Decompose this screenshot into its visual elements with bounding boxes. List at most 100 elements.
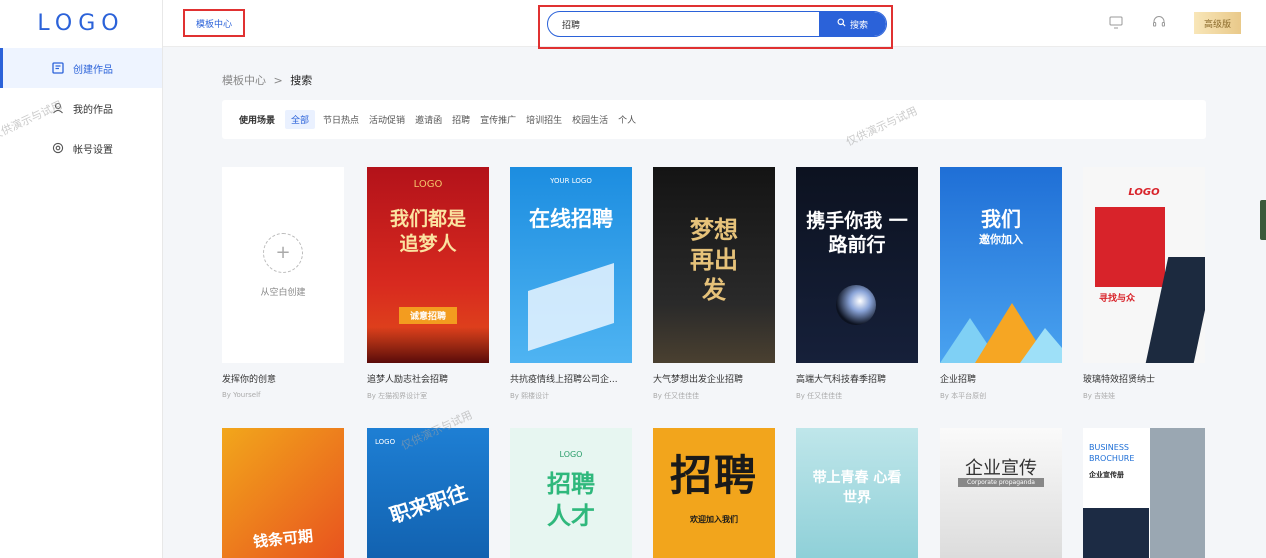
poster-logo: LOGO — [559, 450, 583, 459]
template-card[interactable]: 企业宣传 Corporate propaganda — [940, 428, 1062, 558]
top-header: 模板中心 搜索 高级版 — [163, 0, 1266, 49]
filter-item-training[interactable]: 培训招生 — [526, 113, 562, 126]
card-author: By 熙楼设计 — [510, 392, 550, 400]
search-bar: 搜索 — [547, 11, 887, 37]
card-author: By 任又佳佳佳 — [653, 392, 700, 400]
poster-title: 我们 — [981, 207, 1021, 231]
sidebar-item-label: 我的作品 — [73, 104, 113, 116]
poster-subtitle: 欢迎加入我们 — [690, 515, 738, 524]
poster-mountains — [940, 303, 1062, 363]
template-thumb[interactable]: 企业宣传 Corporate propaganda — [940, 428, 1062, 558]
poster-title: 带上青春 心看世界 — [812, 470, 902, 506]
sidebar: LOGO 创建作品 我的作品 帐号设置 — [0, 0, 163, 558]
poster-subtitle: 邀你加入 — [979, 233, 1023, 246]
template-card[interactable]: 钱条可期 — [222, 428, 344, 558]
card-author: By 吉娃娃 — [1083, 392, 1116, 400]
search-input[interactable] — [548, 12, 819, 36]
card-title: 大气梦想出发企业招聘 — [653, 375, 744, 385]
blank-thumb[interactable]: + 从空白创建 — [222, 167, 344, 363]
template-thumb[interactable]: 招聘 欢迎加入我们 — [653, 428, 775, 558]
template-thumb[interactable]: LOGO 职来职往 — [367, 428, 489, 558]
filter-item-all[interactable]: 全部 — [285, 110, 316, 129]
filter-item-recruitment[interactable]: 招聘 — [452, 113, 470, 126]
poster-subtitle: 诚意招聘 — [399, 307, 457, 324]
logo: LOGO — [37, 11, 125, 36]
filter-item-publicity[interactable]: 宣传推广 — [480, 113, 516, 126]
template-card[interactable]: LOGO 我们都是 追梦人 诚意招聘 追梦人励志社会招聘 By 左猫视界设计室 — [367, 167, 489, 401]
template-card[interactable]: YOUR LOGO 在线招聘 共抗疫情线上招聘公司企... By 熙楼设计 — [510, 167, 632, 401]
template-card[interactable]: LOGO 职来职往 — [367, 428, 489, 558]
template-thumb[interactable]: LOGO 我们都是 追梦人 诚意招聘 — [367, 167, 489, 363]
template-thumb[interactable]: YOUR LOGO 在线招聘 — [510, 167, 632, 363]
template-thumb[interactable]: LOGO 寻找与众 — [1083, 167, 1205, 363]
poster-illustration — [528, 263, 614, 351]
template-card[interactable]: 梦想再出发 大气梦想出发企业招聘 By 任又佳佳佳 — [653, 167, 775, 401]
poster-logo: LOGO — [1128, 187, 1160, 198]
card-title: 企业招聘 — [940, 375, 977, 385]
filter-item-holiday[interactable]: 节日热点 — [323, 113, 359, 126]
sidebar-item-my-works[interactable]: 我的作品 — [0, 88, 162, 128]
card-title: 高端大气科技春季招聘 — [796, 375, 887, 385]
poster-logo: LOGO — [413, 179, 443, 190]
side-feedback-tab[interactable] — [1260, 200, 1266, 240]
search-button-label: 搜索 — [849, 20, 868, 31]
template-card[interactable]: LOGO 寻找与众 玻璃特效招贤纳士 By 吉娃娃 — [1083, 167, 1205, 401]
sidebar-item-label: 帐号设置 — [73, 144, 113, 156]
poster-title: 携手你我 一路前行 — [806, 210, 908, 256]
poster-logo: LOGO — [375, 438, 396, 446]
sidebar-item-create[interactable]: 创建作品 — [0, 48, 162, 88]
template-center-link[interactable]: 模板中心 — [183, 9, 245, 37]
template-thumb[interactable]: 我们 邀你加入 — [940, 167, 1062, 363]
poster-title: 职来职往 — [386, 480, 471, 528]
template-thumb[interactable]: 带上青春 心看世界 — [796, 428, 918, 558]
poster-red-block — [1095, 207, 1165, 287]
settings-icon — [52, 142, 64, 154]
breadcrumb-current: 搜索 — [290, 74, 313, 87]
filter-item-invitation[interactable]: 邀请函 — [415, 113, 442, 126]
filter-item-personal[interactable]: 个人 — [618, 113, 636, 126]
card-title: 玻璃特效招贤纳士 — [1083, 375, 1156, 385]
filter-item-campus[interactable]: 校园生活 — [572, 113, 608, 126]
filter-item-promotion[interactable]: 活动促销 — [369, 113, 405, 126]
template-card[interactable]: 带上青春 心看世界 — [796, 428, 918, 558]
breadcrumb-parent[interactable]: 模板中心 — [222, 74, 266, 87]
template-card[interactable]: 我们 邀你加入 企业招聘 By 本平台原创 — [940, 167, 1062, 401]
template-thumb[interactable]: 钱条可期 — [222, 428, 344, 558]
card-author: By 本平台原创 — [940, 392, 987, 400]
poster-planet — [836, 285, 876, 325]
poster-silhouettes — [367, 327, 489, 363]
blank-template-card[interactable]: + 从空白创建 发挥你的创意 By Yourself — [222, 167, 344, 399]
monitor-icon[interactable] — [1108, 14, 1124, 30]
poster-title: 钱条可期 — [252, 526, 314, 552]
poster-title: 招聘人才 — [547, 470, 595, 530]
template-thumb[interactable]: BUSINESS BROCHURE 企业宣传册 — [1083, 428, 1205, 558]
poster-title: 企业宣传 — [965, 458, 1037, 479]
blank-text: 从空白创建 — [260, 287, 306, 298]
headset-icon[interactable] — [1151, 14, 1167, 30]
search-icon — [837, 18, 846, 30]
poster-logo: YOUR LOGO — [550, 177, 592, 185]
filter-bar: 使用场景 全部 节日热点 活动促销 邀请函 招聘 宣传推广 培训招生 校园生活 … — [222, 100, 1206, 139]
template-thumb[interactable]: 携手你我 一路前行 — [796, 167, 918, 363]
poster-title: 在线招聘 — [529, 207, 613, 231]
poster-title: BUSINESS BROCHURE — [1089, 443, 1135, 463]
template-thumb[interactable]: LOGO 招聘人才 — [510, 428, 632, 558]
poster-title: 我们都是 追梦人 — [389, 208, 466, 255]
poster-title: 梦想再出发 — [690, 215, 738, 304]
template-card[interactable]: BUSINESS BROCHURE 企业宣传册 — [1083, 428, 1205, 558]
template-thumb[interactable]: 梦想再出发 — [653, 167, 775, 363]
search-highlight-box: 搜索 — [538, 5, 893, 49]
template-card[interactable]: 携手你我 一路前行 高端大气科技春季招聘 By 任又佳佳佳 — [796, 167, 918, 401]
breadcrumb-separator: > — [273, 74, 283, 87]
vip-button[interactable]: 高级版 — [1194, 12, 1241, 34]
poster-subtitle: 企业宣传册 — [1089, 471, 1124, 479]
user-icon — [52, 102, 64, 114]
template-card[interactable]: LOGO 招聘人才 — [510, 428, 632, 558]
poster-title: 寻找与众 — [1099, 294, 1136, 304]
card-author: By Yourself — [222, 391, 261, 399]
card-title: 共抗疫情线上招聘公司企... — [510, 375, 618, 385]
template-card[interactable]: 招聘 欢迎加入我们 — [653, 428, 775, 558]
sidebar-item-account-settings[interactable]: 帐号设置 — [0, 128, 162, 168]
edit-icon — [52, 62, 64, 74]
search-button[interactable]: 搜索 — [819, 12, 886, 36]
